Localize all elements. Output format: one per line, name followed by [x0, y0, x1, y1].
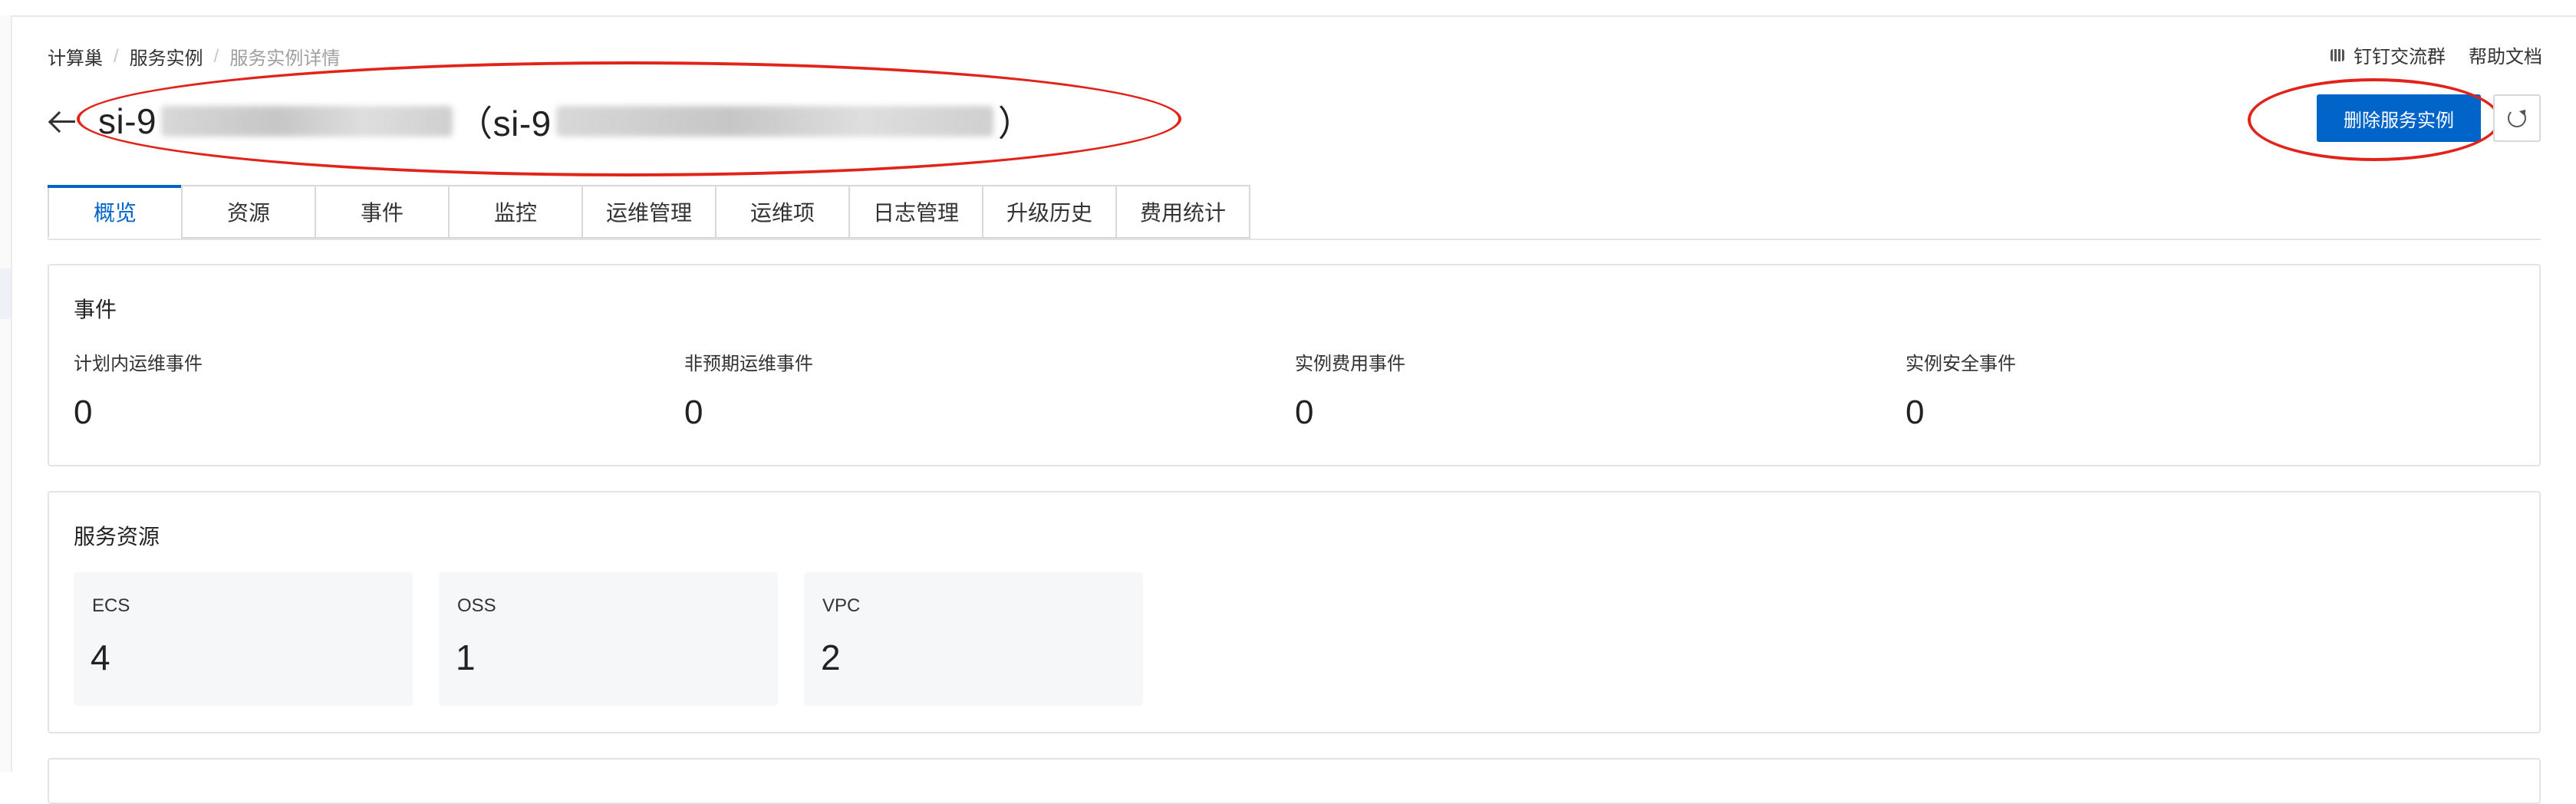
next-card-partial [48, 758, 2541, 804]
redacted-instance-id [161, 106, 453, 137]
title-instance-id-paren: （si-9 [457, 104, 552, 143]
breadcrumb: 计算巢 / 服务实例 / 服务实例详情 [48, 43, 340, 70]
events-card: 事件 计划内运维事件 0 非预期运维事件 0 实例费用事件 0 实例安全事件 0 [48, 264, 2541, 466]
title-instance-id-prefix: si-9 [98, 101, 157, 141]
event-stat-instance-security: 实例安全事件 0 [1906, 348, 2016, 432]
tab-log-management[interactable]: 日志管理 [848, 185, 983, 239]
breadcrumb-item-service-instances[interactable]: 服务实例 [130, 43, 203, 70]
service-resources-card: 服务资源 ECS 4 OSS 1 VPC 2 [48, 491, 2541, 733]
tab-ops-management[interactable]: 运维管理 [581, 185, 716, 239]
tabs-divider [48, 239, 2541, 240]
resource-tile-label: OSS [457, 595, 496, 616]
event-stat-label: 非预期运维事件 [684, 354, 813, 374]
help-docs-link[interactable]: 帮助文档 [2469, 41, 2542, 68]
event-stat-unexpected-ops: 非预期运维事件 0 [684, 348, 813, 432]
resource-tile-value: 4 [91, 638, 110, 677]
breadcrumb-separator: / [114, 45, 119, 67]
resource-tile-label: VPC [822, 595, 861, 616]
breadcrumb-item-instance-detail: 服务实例详情 [229, 48, 341, 69]
dingtalk-group-label: 钉钉交流群 [2354, 47, 2446, 68]
refresh-icon [2508, 109, 2526, 127]
event-stat-value[interactable]: 0 [1906, 394, 2016, 432]
breadcrumb-item-compute-nest[interactable]: 计算巢 [48, 43, 103, 70]
event-stat-value[interactable]: 0 [74, 394, 203, 432]
header-links: 钉钉交流群 帮助文档 [2329, 41, 2542, 68]
event-stat-value[interactable]: 0 [1295, 394, 1405, 432]
sidebar-handle[interactable] [0, 269, 11, 319]
tab-resources[interactable]: 资源 [181, 185, 316, 239]
resource-tile-oss[interactable]: OSS 1 [439, 572, 778, 706]
refresh-button[interactable] [2493, 94, 2541, 142]
page-title-bar: si-9 （si-9 ） [48, 98, 1033, 144]
resource-tile-value: 1 [456, 638, 476, 677]
events-card-title: 事件 [74, 298, 117, 321]
redacted-instance-id [555, 106, 993, 137]
resource-tile-value: 2 [821, 638, 841, 677]
service-resources-card-title: 服务资源 [74, 525, 160, 549]
breadcrumb-separator: / [213, 45, 219, 67]
event-stat-label: 实例安全事件 [1906, 354, 2016, 374]
page-title: si-9 （si-9 ） [98, 96, 1033, 147]
left-sidebar-collapsed[interactable] [0, 15, 12, 772]
resource-tile-ecs[interactable]: ECS 4 [74, 572, 413, 706]
tab-monitoring[interactable]: 监控 [448, 185, 583, 239]
event-stat-value[interactable]: 0 [684, 394, 813, 432]
tab-overview[interactable]: 概览 [48, 185, 183, 239]
event-stat-planned-ops: 计划内运维事件 0 [74, 348, 203, 432]
arrow-left-icon[interactable] [48, 106, 78, 137]
tab-upgrade-history[interactable]: 升级历史 [982, 185, 1117, 239]
resource-tile-vpc[interactable]: VPC 2 [804, 572, 1143, 706]
event-stat-label: 实例费用事件 [1295, 354, 1405, 374]
event-stat-label: 计划内运维事件 [74, 354, 203, 374]
delete-service-instance-button[interactable]: 删除服务实例 [2317, 94, 2481, 142]
tab-cost-statistics[interactable]: 费用统计 [1115, 185, 1250, 239]
dingtalk-group-link[interactable]: 钉钉交流群 [2329, 41, 2446, 68]
title-close-paren: ） [997, 104, 1034, 143]
dingtalk-icon [2329, 47, 2346, 64]
tab-ops-items[interactable]: 运维项 [715, 185, 850, 239]
top-bar [0, 0, 2576, 17]
resource-tile-label: ECS [92, 595, 130, 616]
tab-events[interactable]: 事件 [315, 185, 450, 239]
event-stat-instance-cost: 实例费用事件 0 [1295, 348, 1405, 432]
tab-bar: 概览 资源 事件 监控 运维管理 运维项 日志管理 升级历史 费用统计 [48, 185, 1250, 239]
